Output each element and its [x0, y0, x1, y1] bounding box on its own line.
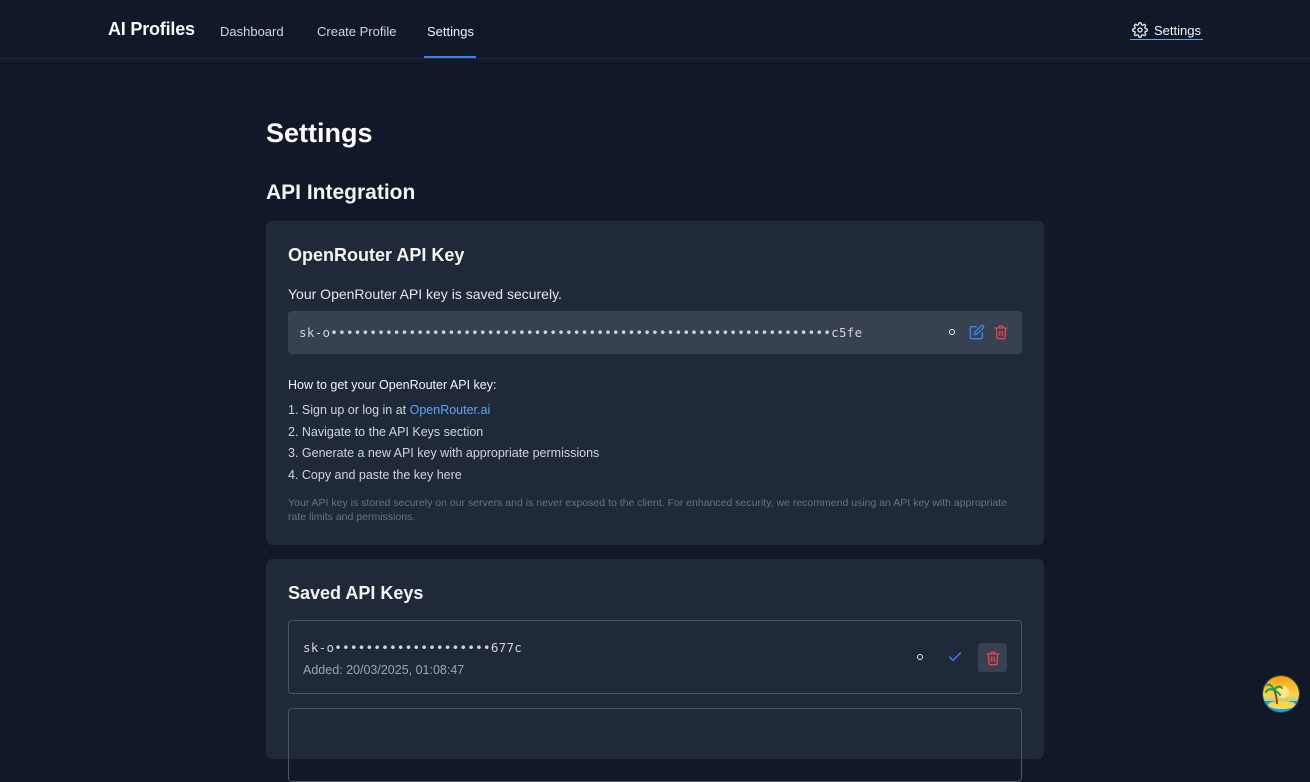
section-title: API Integration	[266, 181, 416, 204]
check-icon	[948, 652, 962, 662]
openrouter-link[interactable]: OpenRouter.ai	[410, 403, 491, 417]
delete-saved-key-button[interactable]	[978, 643, 1007, 672]
trash-icon	[985, 650, 1000, 665]
gear-icon	[1132, 22, 1148, 38]
saved-api-keys-card: Saved API Keys sk-o••••••••••••••••••••6…	[266, 559, 1044, 782]
masked-api-key: sk-o••••••••••••••••••••••••••••••••••••…	[299, 325, 863, 340]
card-title: OpenRouter API Key	[288, 245, 465, 265]
howto-step-4: 4. Copy and paste the key here	[288, 468, 462, 482]
avatar[interactable]	[1262, 675, 1300, 713]
brand-logo[interactable]: AI Profiles	[108, 19, 195, 40]
howto-step-1: 1. Sign up or log in at OpenRouter.ai	[288, 403, 490, 417]
active-nav-indicator	[424, 56, 476, 58]
nav-create-profile[interactable]: Create Profile	[317, 24, 396, 39]
howto-step-2: 2. Navigate to the API Keys section	[288, 425, 484, 439]
page-title: Settings	[266, 118, 373, 148]
use-key-button[interactable]	[946, 648, 964, 666]
toggle-visibility-button[interactable]	[943, 323, 961, 341]
saved-masked-key: sk-o••••••••••••••••••••677c	[303, 640, 523, 655]
openrouter-api-key-card: OpenRouter API Key Your OpenRouter API k…	[266, 221, 1044, 545]
toggle-visibility-icon	[949, 329, 955, 335]
beach-avatar-icon	[1263, 676, 1299, 712]
delete-key-button[interactable]	[992, 323, 1010, 341]
howto-title: How to get your OpenRouter API key:	[288, 378, 497, 392]
top-navbar: AI Profiles Dashboard Create Profile Set…	[0, 0, 1310, 59]
step-1-text: 1. Sign up or log in at	[288, 403, 410, 417]
settings-menu-button[interactable]: Settings	[1130, 22, 1203, 40]
card-title: Saved API Keys	[288, 583, 424, 603]
saved-key-item: sk-o••••••••••••••••••••677c Added: 20/0…	[288, 620, 1022, 694]
toggle-visibility-icon	[917, 654, 923, 660]
trash-icon	[994, 325, 1008, 340]
api-key-display: sk-o••••••••••••••••••••••••••••••••••••…	[288, 311, 1022, 354]
nav-settings[interactable]: Settings	[427, 24, 474, 39]
howto-step-3: 3. Generate a new API key with appropria…	[288, 446, 600, 460]
saved-message: Your OpenRouter API key is saved securel…	[288, 286, 562, 302]
edit-icon	[969, 324, 985, 340]
saved-key-date: Added: 20/03/2025, 01:08:47	[303, 663, 465, 677]
security-note: Your API key is stored securely on our s…	[288, 497, 1008, 523]
edit-key-button[interactable]	[968, 323, 986, 341]
settings-menu-label: Settings	[1154, 22, 1201, 38]
toggle-visibility-button[interactable]	[911, 648, 929, 666]
saved-key-item	[288, 708, 1022, 782]
nav-dashboard[interactable]: Dashboard	[220, 24, 284, 39]
